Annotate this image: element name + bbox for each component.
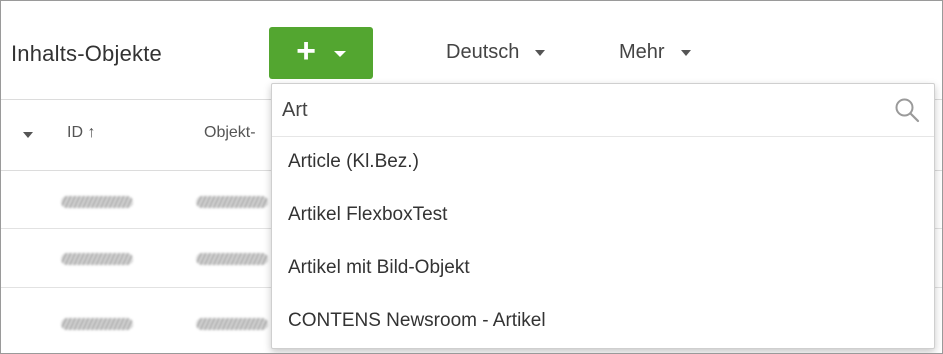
blurred-object [196, 253, 268, 265]
menu-option[interactable]: CONTENS Newsroom - Artikel [272, 295, 934, 347]
column-header-id[interactable]: ID ↑ [67, 124, 95, 142]
blurred-id [61, 318, 133, 330]
language-dropdown[interactable]: Deutsch [446, 41, 546, 64]
page-title: Inhalts-Objekte [11, 41, 162, 66]
blurred-object [196, 318, 268, 330]
chevron-down-icon [535, 49, 546, 56]
plus-icon: + [296, 32, 316, 70]
more-dropdown-label: Mehr [619, 41, 665, 63]
menu-search-row [272, 84, 934, 137]
language-dropdown-label: Deutsch [446, 41, 520, 63]
chevron-down-icon [333, 51, 346, 57]
menu-option[interactable]: Artikel FlexboxTest [272, 189, 934, 241]
menu-option[interactable]: Article (Kl.Bez.) [272, 136, 934, 188]
menu-option[interactable]: Artikel mit Bild-Objekt [272, 242, 934, 294]
blurred-id [61, 253, 133, 265]
content-objects-panel: Inhalts-Objekte + Deutsch Mehr ID ↑ Obje… [0, 0, 943, 354]
blurred-id [61, 196, 133, 208]
add-object-menu: Article (Kl.Bez.) Artikel FlexboxTest Ar… [271, 83, 935, 349]
column-header-object[interactable]: Objekt- [204, 124, 256, 142]
sort-toggle-icon[interactable] [23, 132, 33, 138]
menu-search-input[interactable] [282, 94, 882, 126]
chevron-down-icon [680, 49, 691, 56]
more-dropdown[interactable]: Mehr [619, 41, 691, 64]
add-object-button[interactable]: + [269, 27, 373, 79]
blurred-object [196, 196, 268, 208]
search-icon[interactable] [894, 97, 920, 123]
